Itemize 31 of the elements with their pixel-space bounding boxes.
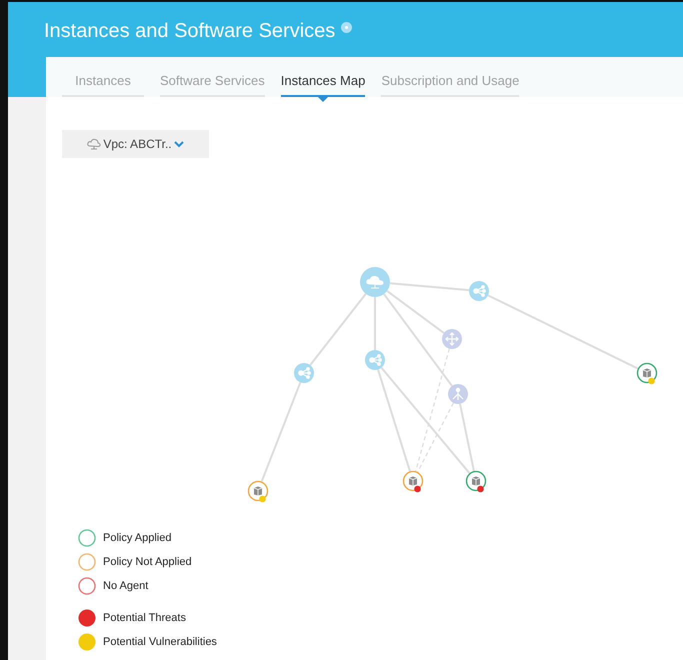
- legend-label: Policy Not Applied: [103, 556, 192, 568]
- instance-node-icon[interactable]: [248, 480, 268, 502]
- tab[interactable]: Software Services: [160, 71, 265, 97]
- legend-label: No Agent: [103, 580, 148, 592]
- router-node-icon[interactable]: [442, 329, 462, 349]
- ring-icon: [78, 529, 96, 547]
- instance-node-icon[interactable]: [466, 470, 486, 492]
- help-icon[interactable]: [341, 22, 352, 33]
- legend-label: Policy Applied: [103, 532, 172, 544]
- tab-pointer-icon: [318, 97, 328, 102]
- instance-node-icon[interactable]: [402, 470, 424, 492]
- legend-label: Potential Threats: [103, 612, 186, 624]
- tab[interactable]: Subscription and Usage: [381, 71, 520, 97]
- tab[interactable]: Instances Map: [280, 71, 366, 97]
- legend-label: Potential Vulnerabilities: [103, 636, 217, 648]
- ring-icon: [78, 553, 96, 571]
- instance-node-icon[interactable]: [636, 362, 658, 384]
- cloud-node-icon[interactable]: [360, 267, 390, 297]
- branch-node-icon[interactable]: [448, 384, 468, 404]
- connection-line: [374, 297, 376, 350]
- vpc-dropdown[interactable]: Vpc: ABCTr..: [62, 130, 209, 158]
- share-node-icon[interactable]: [365, 350, 385, 370]
- page-title: Instances and Software Services: [44, 19, 336, 44]
- share-node-icon[interactable]: [469, 281, 489, 301]
- dot-icon: [78, 609, 96, 627]
- ring-icon: [78, 577, 96, 595]
- share-node-icon[interactable]: [294, 363, 314, 383]
- cloud-icon: [87, 138, 102, 150]
- tab[interactable]: Instances: [62, 71, 144, 97]
- dot-icon: [78, 633, 96, 651]
- chevron-down-icon: [174, 140, 184, 148]
